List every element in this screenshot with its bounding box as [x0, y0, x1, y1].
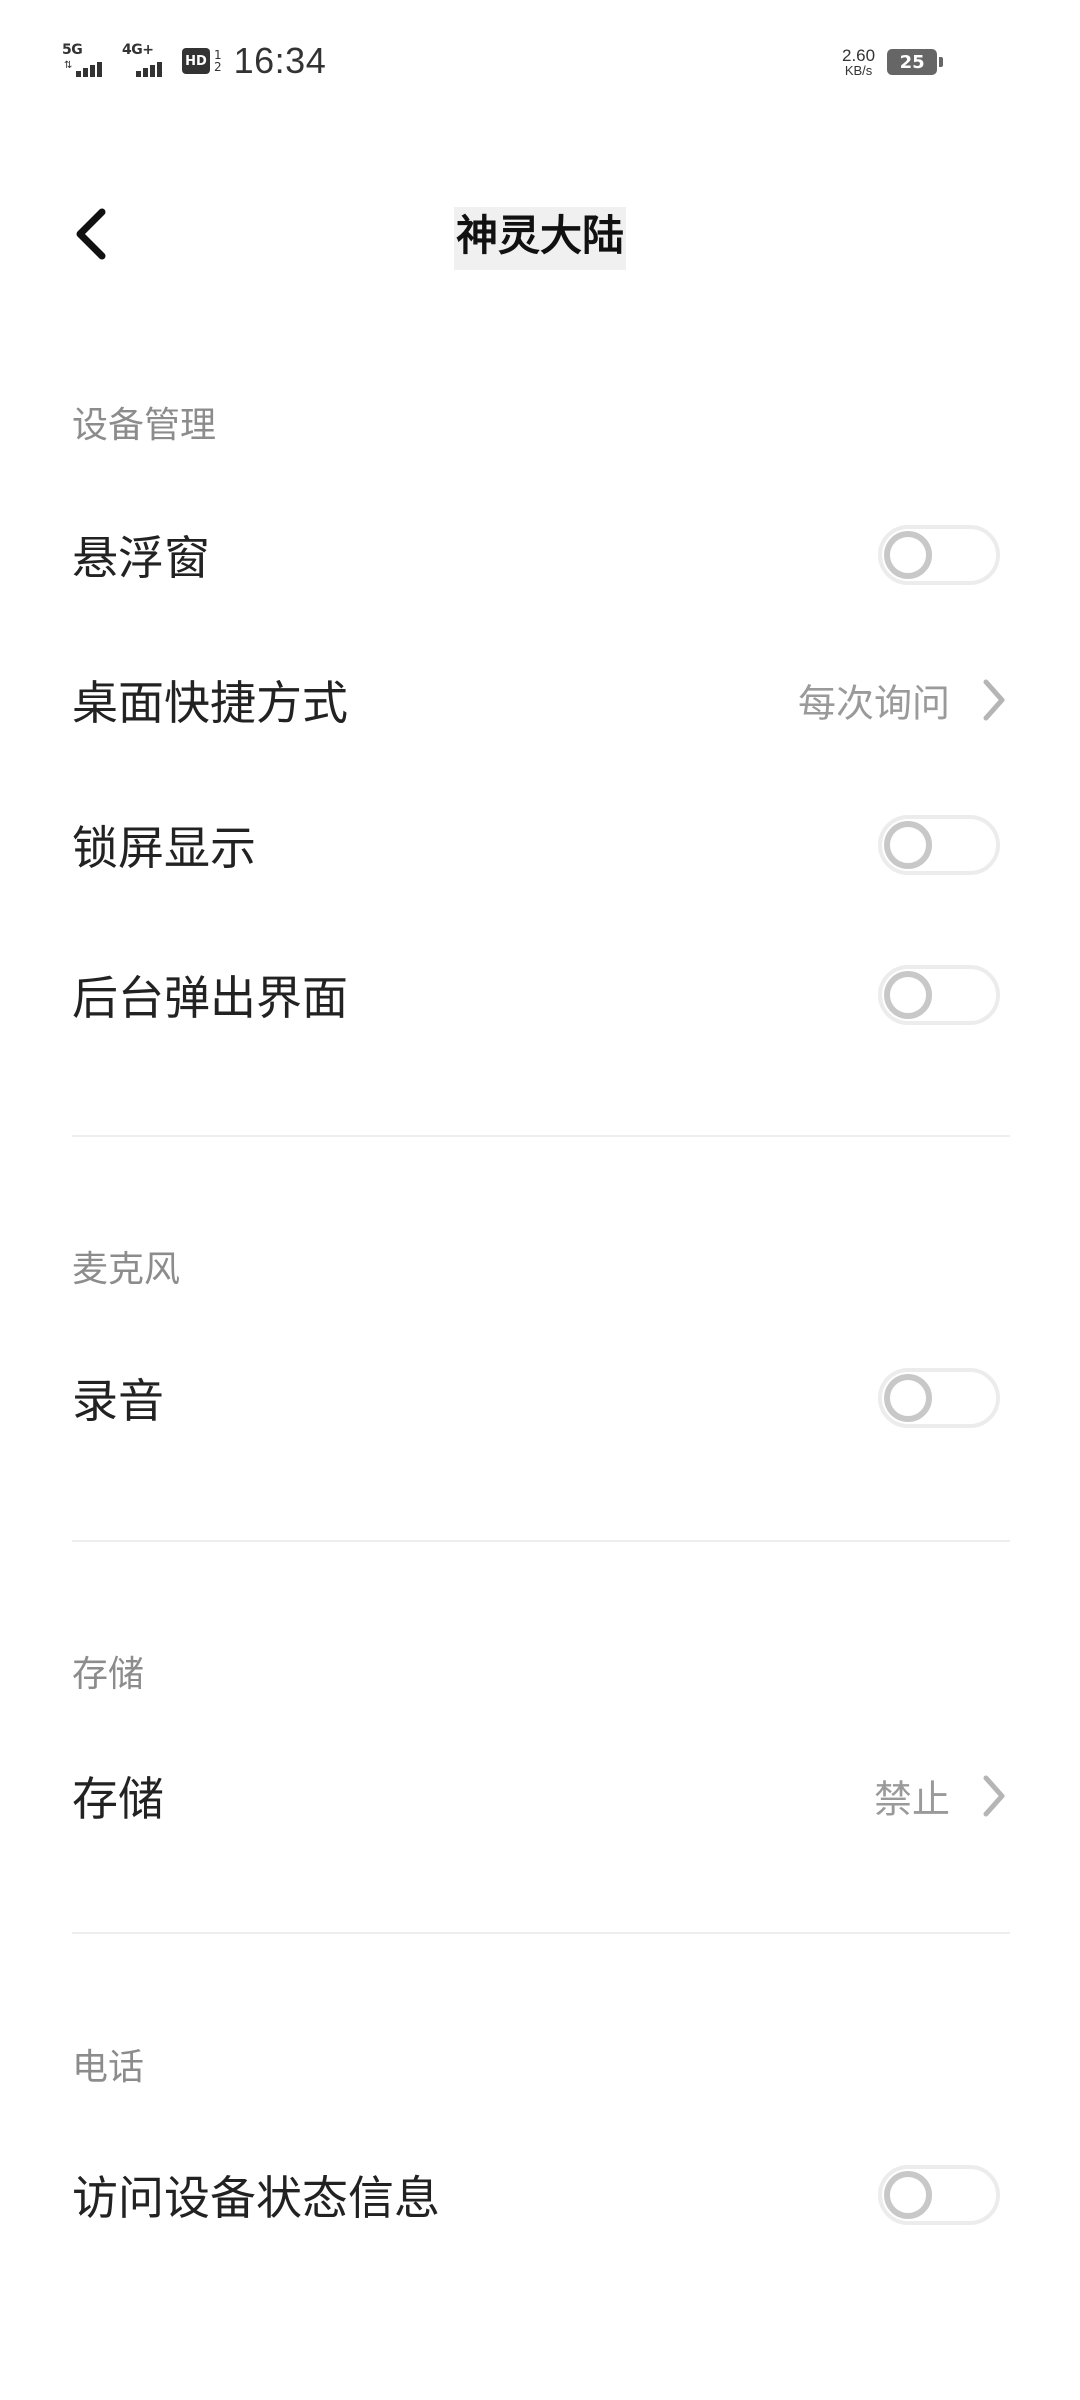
toggle-knob	[884, 2171, 932, 2219]
chevron-right-icon	[974, 1771, 1014, 1821]
row-lock-screen[interactable]: 锁屏显示	[0, 785, 1080, 905]
signal-5g-label: 5G	[62, 42, 83, 58]
section-title-phone: 电话	[72, 2047, 145, 2088]
toggle-knob	[884, 821, 932, 869]
clock: 16:34	[233, 40, 327, 81]
data-arrows-icon: ⇅	[64, 60, 73, 71]
row-label: 后台弹出界面	[72, 971, 348, 1025]
device-status-toggle[interactable]	[878, 2165, 1000, 2225]
chevron-right-icon	[974, 675, 1014, 725]
status-bar-right: 2.60 KB/s 25	[842, 40, 944, 84]
section-title-device: 设备管理	[72, 405, 217, 446]
row-label: 锁屏显示	[72, 821, 256, 875]
section-title-storage: 存储	[72, 1654, 145, 1695]
section-divider	[72, 1540, 1010, 1542]
battery-level: 25	[899, 51, 925, 73]
hd-voice-icon: HD	[182, 48, 210, 74]
hd-sim-indicator: 1 2	[214, 49, 222, 73]
row-label: 存储	[72, 1772, 164, 1826]
section-divider	[72, 1932, 1010, 1934]
record-audio-toggle[interactable]	[878, 1368, 1000, 1428]
signal-4g-icon: 4G+	[122, 41, 172, 81]
signal-5g-icon: 5G ⇅	[62, 41, 112, 81]
page-title-text: 神灵大陆	[453, 207, 626, 270]
section-title-microphone: 麦克风	[72, 1249, 181, 1290]
battery-icon: 25	[887, 49, 944, 75]
background-popup-toggle[interactable]	[878, 965, 1000, 1025]
row-record-audio[interactable]: 录音	[0, 1338, 1080, 1458]
row-label: 录音	[72, 1374, 164, 1428]
hd-label: HD	[185, 53, 207, 69]
toggle-knob	[884, 971, 932, 1019]
row-floating-window[interactable]: 悬浮窗	[0, 495, 1080, 615]
row-background-popup[interactable]: 后台弹出界面	[0, 935, 1080, 1055]
row-value: 禁止	[873, 1777, 950, 1822]
network-speed-unit: KB/s	[844, 63, 873, 78]
row-storage[interactable]: 存储 禁止	[0, 1736, 1080, 1856]
toggle-knob	[884, 1374, 932, 1422]
toggle-knob	[884, 531, 932, 579]
row-label: 桌面快捷方式	[72, 676, 348, 730]
row-desktop-shortcut[interactable]: 桌面快捷方式 每次询问	[0, 640, 1080, 760]
floating-window-toggle[interactable]	[878, 525, 1000, 585]
row-value: 每次询问	[797, 681, 950, 726]
status-bar-left: 5G ⇅ 4G+ HD 1 2 16:34	[62, 38, 326, 84]
hd-sub-bottom: 2	[214, 60, 222, 74]
row-device-status[interactable]: 访问设备状态信息	[0, 2135, 1080, 2255]
app-header: 神灵大陆	[0, 190, 1080, 280]
network-speed: 2.60 KB/s	[842, 47, 875, 77]
signal-4g-label: 4G+	[122, 42, 154, 58]
network-speed-value: 2.60	[842, 46, 876, 65]
status-bar: 5G ⇅ 4G+ HD 1 2 16:34 2.60 KB/s 25	[0, 0, 1080, 124]
page-title: 神灵大陆	[0, 202, 1080, 270]
row-label: 访问设备状态信息	[72, 2171, 440, 2225]
section-divider	[72, 1135, 1010, 1137]
row-label: 悬浮窗	[72, 531, 210, 585]
lock-screen-toggle[interactable]	[878, 815, 1000, 875]
